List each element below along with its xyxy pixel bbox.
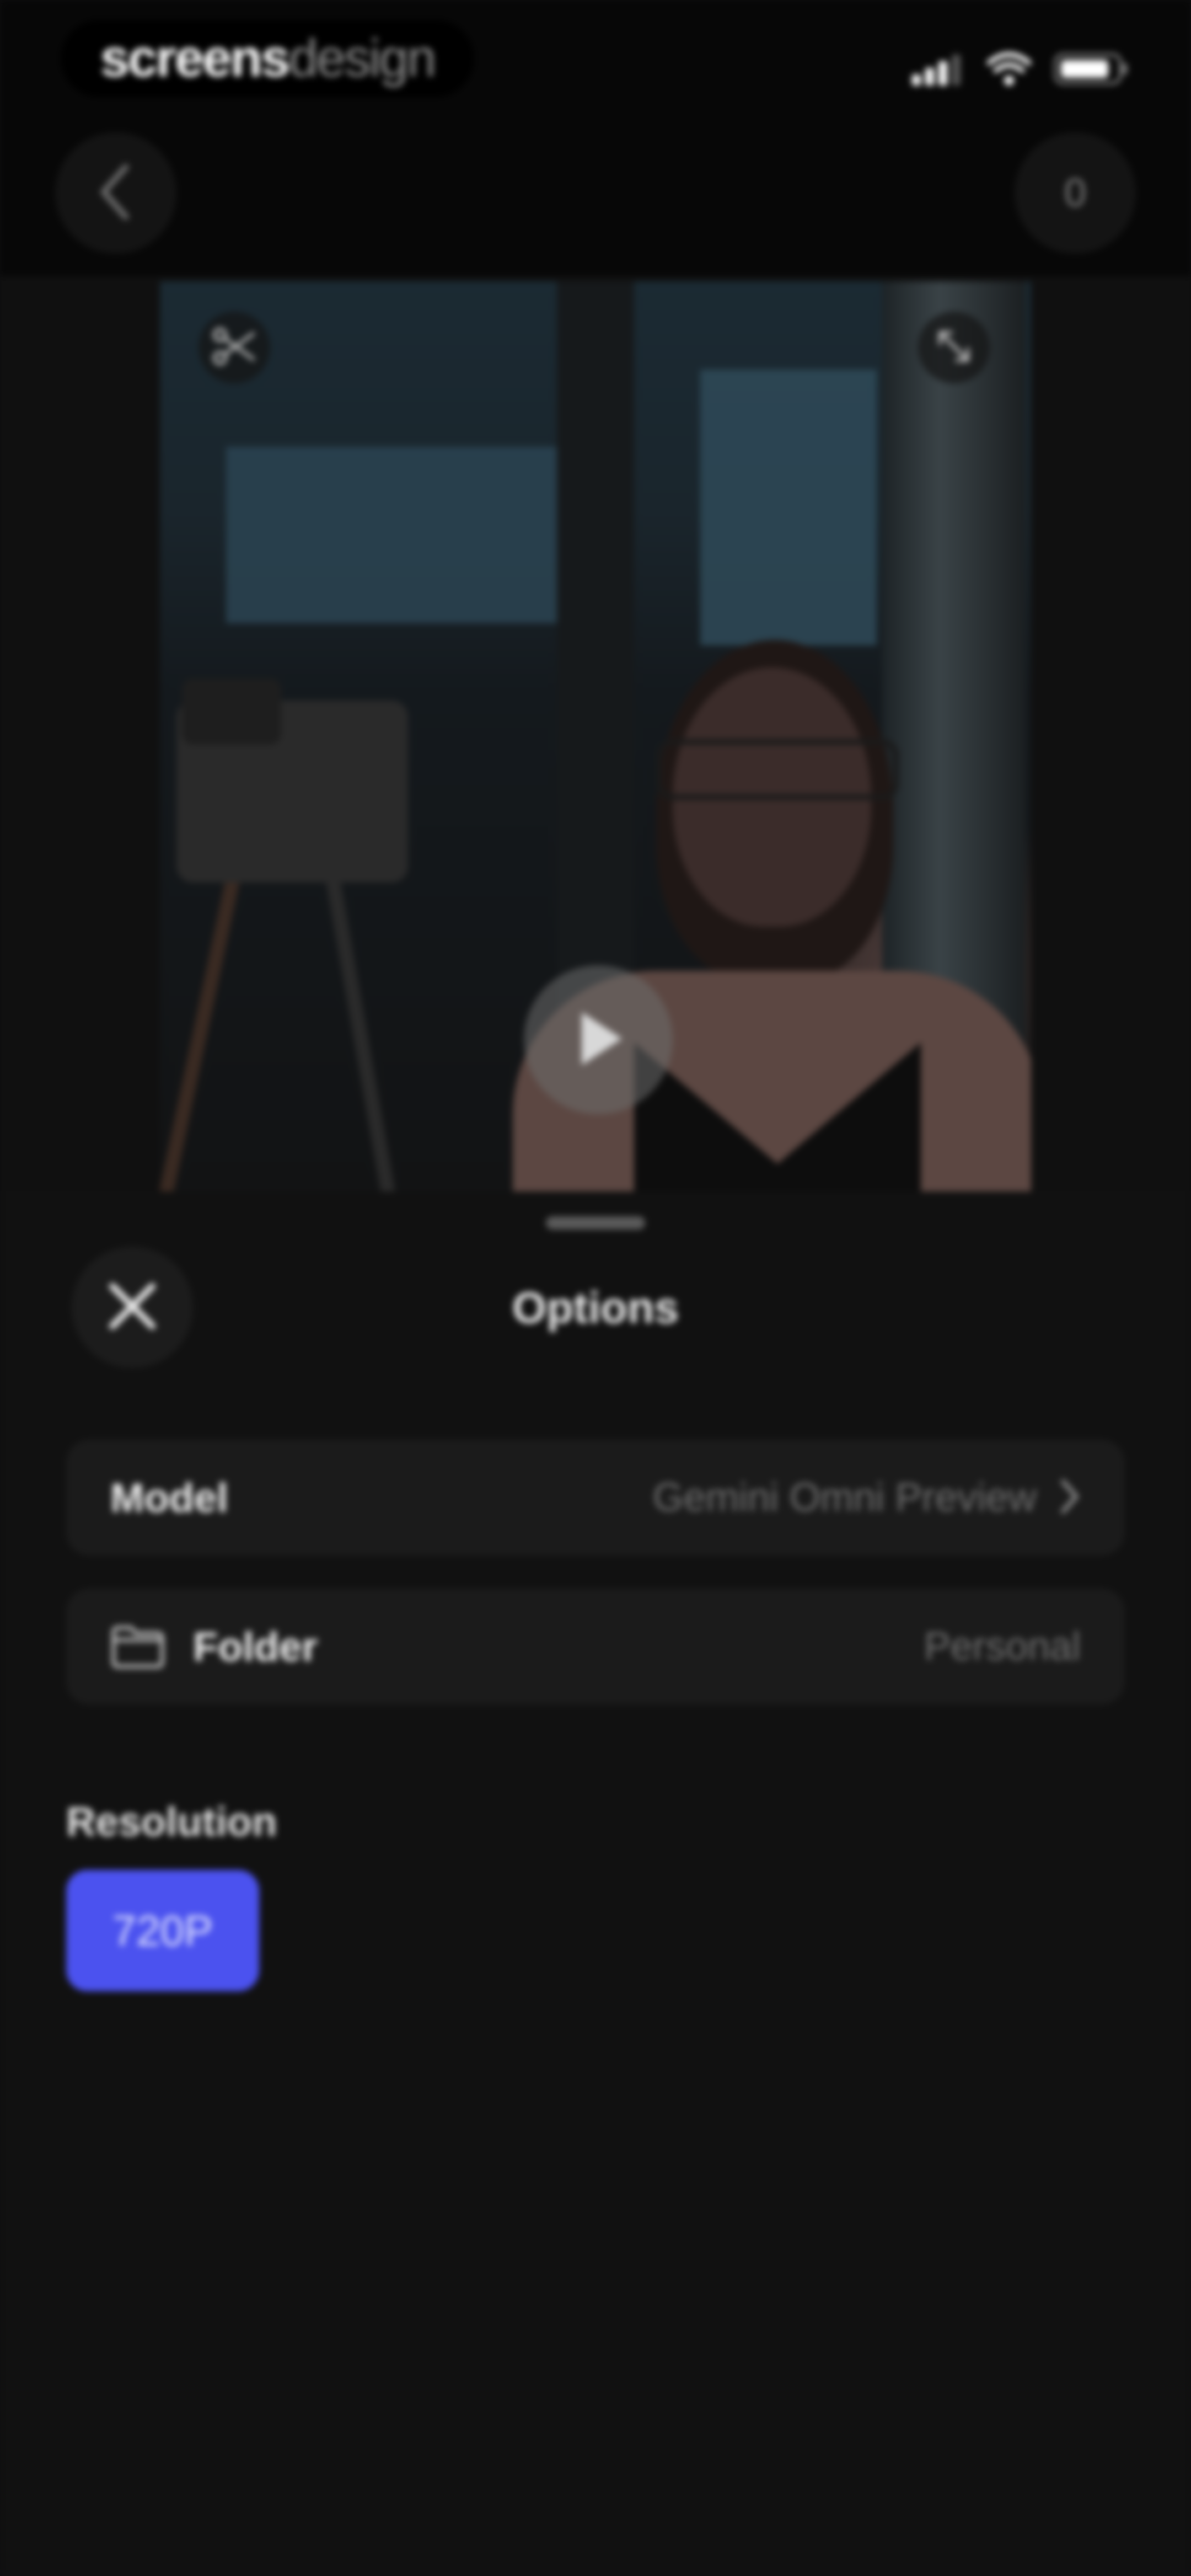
model-label: Model (110, 1474, 228, 1521)
folder-icon (110, 1624, 165, 1669)
sheet-grab-handle[interactable] (546, 1216, 645, 1230)
scene-person-glasses (656, 739, 899, 800)
chevron-left-icon (94, 162, 138, 225)
trim-button[interactable] (198, 312, 270, 383)
counter-value: 0 (1064, 171, 1087, 215)
back-button[interactable] (55, 132, 176, 254)
watermark-part-b: design (288, 29, 437, 88)
scissors-icon (212, 327, 256, 368)
wifi-icon (987, 52, 1031, 86)
app-screen: screens design 0 Options Model Gemini Om… (0, 0, 1191, 2576)
options-sheet: Options Model Gemini Omni Preview Folder… (0, 1191, 1191, 2576)
folder-value: Personal (924, 1624, 1081, 1669)
scene-camera-lens (182, 678, 281, 745)
watermark-part-a: screens (100, 29, 291, 88)
play-button[interactable] (524, 965, 673, 1114)
scene-window-left (226, 447, 568, 623)
battery-icon (1053, 51, 1130, 87)
resolution-label: Resolution (66, 1799, 277, 1845)
signal-icon (912, 52, 965, 85)
play-icon (568, 1006, 629, 1075)
model-row[interactable]: Model Gemini Omni Preview (66, 1440, 1125, 1556)
expand-icon (935, 327, 973, 368)
model-value: Gemini Omni Preview (652, 1476, 1037, 1520)
sheet-title: Options (512, 1283, 679, 1332)
counter-button[interactable]: 0 (1015, 132, 1136, 254)
scene-tripod-leg (325, 875, 397, 1197)
expand-button[interactable] (918, 312, 990, 383)
folder-label: Folder (193, 1623, 318, 1670)
status-bar-icons (912, 50, 1130, 88)
resolution-option-720p[interactable]: 720P (66, 1870, 259, 1991)
scene-tripod-leg (160, 875, 240, 1197)
folder-row[interactable]: Folder Personal (66, 1589, 1125, 1704)
watermark-logo: screens design (61, 20, 474, 97)
scene-window-right (700, 370, 877, 645)
chevron-right-icon (1059, 1477, 1081, 1519)
